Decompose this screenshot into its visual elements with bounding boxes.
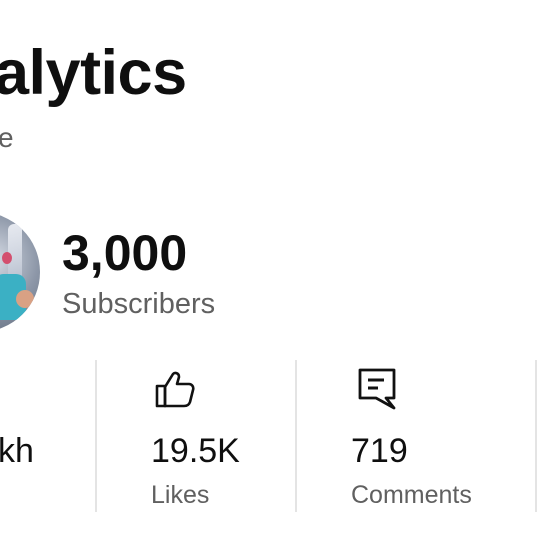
avatar-arm-detail	[16, 290, 34, 308]
stat-label-likes: Likes	[151, 481, 210, 509]
subscriber-count: 3,000	[62, 225, 188, 281]
thumbs-up-icon[interactable]	[152, 366, 198, 412]
stat-value-comments: 719	[351, 432, 408, 470]
stat-label-comments: Comments	[351, 481, 472, 509]
subscriber-label: Subscribers	[62, 288, 216, 320]
stat-value-likes: 19.5K	[151, 432, 240, 470]
stat-divider	[295, 360, 297, 512]
avatar[interactable]	[0, 212, 40, 332]
page-subtitle: e	[0, 122, 14, 153]
stat-divider	[95, 360, 97, 512]
comment-icon[interactable]	[356, 366, 402, 412]
analytics-page: alytics e 3,000 Subscribers kh 19.5K Lik…	[0, 0, 560, 560]
page-title: alytics	[0, 38, 187, 108]
stat-divider	[535, 360, 537, 512]
stat-value-views: kh	[0, 432, 34, 470]
avatar-accent-detail	[2, 252, 12, 264]
